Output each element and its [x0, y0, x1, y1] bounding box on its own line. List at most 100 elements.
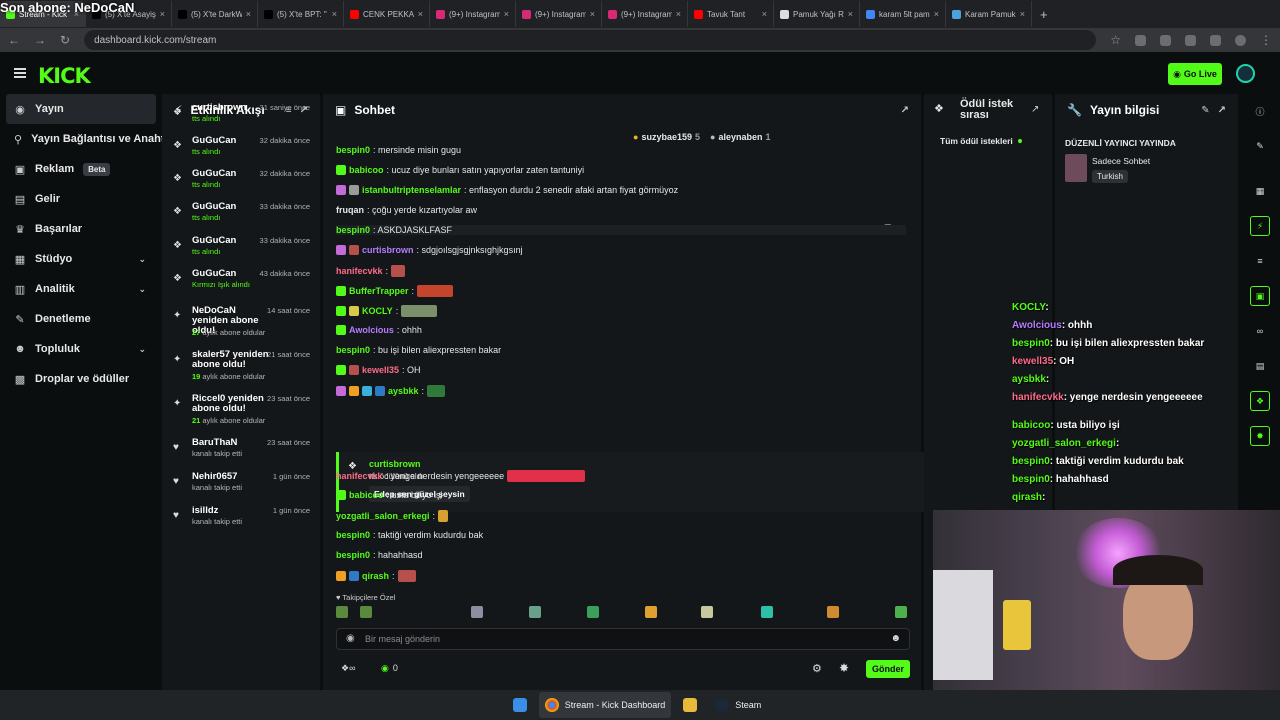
sidebar-item-9[interactable]: ▩ Droplar ve ödüller [0, 364, 162, 394]
popout-icon[interactable]: ↗ [901, 105, 909, 116]
taskbar-item-steam[interactable]: Steam [709, 692, 767, 718]
activity-item[interactable]: ✦ Riccel0 yeniden abone oldu! 23 saat önce… [162, 390, 320, 426]
browser-tab[interactable]: (5) X'te BPT: " × [258, 1, 344, 27]
browser-tab[interactable]: (9+) Instagram × [602, 1, 688, 27]
sidebar-item-2[interactable]: ▣ Reklam Beta [0, 154, 162, 184]
tool-icon[interactable]: ❖ [1250, 391, 1270, 411]
chat-username[interactable]: hanifecvkk [336, 266, 383, 276]
sidebar-item-8[interactable]: ☻ Topluluk ⌄ [0, 334, 162, 364]
chat-username[interactable]: aysbkk [388, 386, 419, 396]
emote-icon[interactable] [360, 606, 372, 618]
sidebar-item-5[interactable]: ▦ Stüdyo ⌄ [0, 244, 162, 274]
chat-username[interactable]: yozgatli_salon_erkegi [336, 511, 430, 521]
close-icon[interactable]: × [590, 9, 595, 19]
kick-logo[interactable]: KICK [38, 64, 91, 88]
new-tab-icon[interactable]: + [1040, 7, 1048, 22]
chat-message[interactable]: curtisbrown: sdgjoılsgjsgjnksıghjkgsınj [336, 245, 523, 255]
activity-item[interactable]: ♥ isilldz 1 gün önce kanalı takip etti [162, 502, 320, 535]
chat-username[interactable]: bespin0 [336, 145, 370, 155]
extension-icon[interactable] [1210, 34, 1221, 46]
activity-item[interactable]: ❖ GuGuCan 33 dakika önce tts alındı [162, 198, 320, 231]
browser-tab[interactable]: (5) X'te DarkW × [172, 1, 258, 27]
sidebar-item-0[interactable]: ◉ Yayın [6, 94, 156, 124]
top-gifter[interactable]: ● aleynaben 1 [710, 132, 770, 142]
browser-tab[interactable]: karam 5lt pam × [860, 1, 946, 27]
forward-icon[interactable]: → [34, 33, 46, 47]
chat-username[interactable]: babicoo [349, 165, 384, 175]
chat-message[interactable]: babicoo: usta biliyo işi [336, 490, 443, 500]
chat-message[interactable]: bespin0: hahahhasd [336, 550, 423, 560]
chat-message[interactable]: KOCLY: [336, 305, 438, 317]
chat-message[interactable]: aysbkk: [336, 385, 446, 397]
avatar[interactable] [1236, 64, 1255, 83]
chevron-down-icon[interactable]: ⌄ [138, 344, 146, 355]
close-icon[interactable]: × [1020, 9, 1025, 19]
sidebar-item-3[interactable]: ▤ Gelir [0, 184, 162, 214]
popout-icon[interactable]: ↗ [1218, 105, 1226, 116]
popout-icon[interactable]: ↗ [1031, 104, 1039, 115]
channel-points[interactable]: ◉ 0 [381, 663, 398, 674]
edit-icon[interactable]: ✎ [1201, 105, 1209, 116]
taskbar-item-chrome[interactable]: Stream - Kick Dashboard [538, 692, 672, 718]
extension-icon[interactable] [1185, 34, 1196, 46]
browser-tab[interactable]: CENK PEKKAN × [344, 1, 430, 27]
chat-message[interactable]: yozgatli_salon_erkegi: [336, 510, 449, 522]
send-button[interactable]: Gönder [866, 660, 910, 678]
browser-tab[interactable]: Karam Pamuk × [946, 1, 1032, 27]
chat-username[interactable]: BufferTrapper [349, 286, 409, 296]
emote-picker-icon[interactable]: ◉ [346, 633, 355, 644]
smiley-icon[interactable]: ☻ [890, 633, 901, 644]
chat-username[interactable]: fruqan [336, 205, 364, 215]
close-icon[interactable]: × [418, 9, 423, 19]
sidebar-item-7[interactable]: ✎ Denetleme [0, 304, 162, 334]
activity-item[interactable]: ✦ skaler57 yeniden abone oldu! 21 saat önc… [162, 346, 320, 382]
close-icon[interactable]: × [246, 9, 251, 19]
chevron-down-icon[interactable]: ⌄ [138, 284, 146, 295]
extension-icon[interactable] [1135, 34, 1146, 46]
emote-icon[interactable] [471, 606, 483, 618]
badge-icon[interactable]: ✸ [839, 661, 849, 675]
activity-item[interactable]: ✦ NeDoCaN yeniden abone oldu! 14 saat önce… [162, 302, 320, 338]
chat-username[interactable]: Awolcious [349, 325, 394, 335]
reward-icon[interactable]: ✸ [1250, 426, 1270, 446]
chat-message[interactable]: kewell35: OH [336, 365, 421, 375]
activity-item[interactable]: ❖ GuGuCan 33 dakika önce tts alındı [162, 232, 320, 265]
close-icon[interactable]: × [160, 9, 165, 19]
extension-icon[interactable] [1160, 34, 1171, 46]
chat-username[interactable]: KOCLY [362, 306, 393, 316]
top-gifter[interactable]: ● suzybae159 5 [633, 132, 700, 142]
edit-icon[interactable]: ✎ [1250, 136, 1270, 156]
browser-menu-icon[interactable]: ⋮ [1260, 33, 1272, 47]
emote-icon[interactable] [336, 606, 348, 618]
windows-start-icon[interactable] [512, 698, 527, 712]
mod-tools-icon[interactable]: ❖∞ [341, 663, 355, 674]
settings-icon[interactable]: ⚙ [812, 662, 822, 675]
chevron-down-icon[interactable]: ⌄ [138, 254, 146, 265]
chat-icon[interactable]: ▣ [1250, 286, 1270, 306]
emote-icon[interactable] [701, 606, 713, 618]
activity-item[interactable]: ♥ BaruThaN 23 saat önce kanalı takip etti [162, 434, 320, 467]
sidebar-item-1[interactable]: ⚲ Yayın Bağlantısı ve Anahtar [0, 124, 175, 154]
chat-username[interactable]: bespin0 [336, 550, 370, 560]
chat-message[interactable]: istanbultriptenselamlar: enflasyon durdu… [336, 185, 678, 195]
link-icon[interactable]: ∞ [1250, 321, 1270, 341]
chat-username[interactable]: bespin0 [336, 530, 370, 540]
go-live-button[interactable]: ◉ Go Live [1168, 63, 1222, 85]
chat-username[interactable]: babicoo [349, 490, 384, 500]
chat-message[interactable]: qirash: [336, 570, 416, 582]
stack-icon[interactable]: ▤ [1250, 356, 1270, 376]
chat-message[interactable]: hanifecvkk: yenge nerdesin yengeeeeee [336, 470, 586, 482]
browser-tab[interactable]: (9+) Instagram × [516, 1, 602, 27]
close-icon[interactable]: × [676, 9, 681, 19]
url-bar[interactable]: dashboard.kick.com/stream [84, 30, 1097, 50]
chat-input[interactable]: ◉ Bir mesaj gönderin ☻ [336, 628, 910, 650]
chat-username[interactable]: istanbultriptenselamlar [362, 185, 461, 195]
close-icon[interactable]: × [504, 9, 509, 19]
lightning-icon[interactable]: ⚡ [1250, 216, 1270, 236]
emote-icon[interactable] [827, 606, 839, 618]
reward-filter[interactable]: Tüm ödül istekleri [940, 136, 1022, 146]
emote-icon[interactable] [529, 606, 541, 618]
activity-item[interactable]: ❖ curtisbrown 31 saniye önce tts alındı [162, 99, 320, 132]
browser-tab[interactable]: Tavuk Tant × [688, 1, 774, 27]
chat-message[interactable]: bespin0: bu işi bilen aliexpressten baka… [336, 345, 501, 355]
